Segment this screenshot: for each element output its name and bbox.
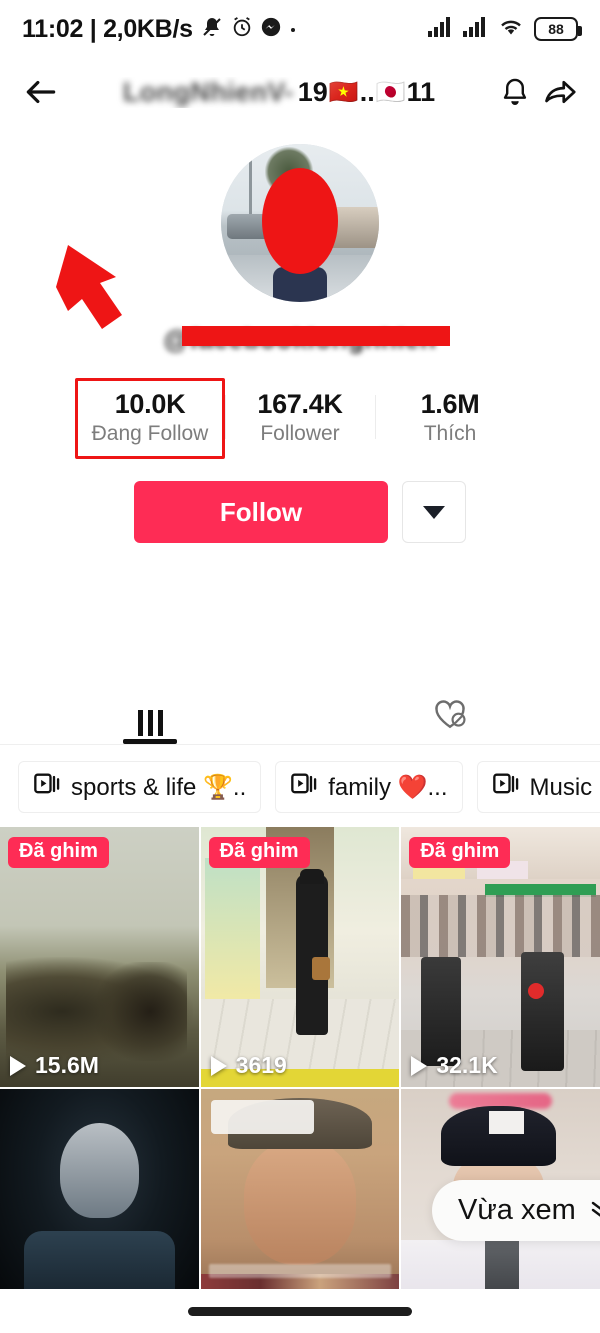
playlist-icon — [290, 770, 318, 805]
japan-flag-icon: 🇯🇵 — [375, 78, 406, 106]
profile-stats: 10.0K Đang Follow 167.4K Follower 1.6M T… — [0, 378, 600, 459]
system-navigation-bar — [0, 1289, 600, 1333]
stat-likes-label: Thích — [423, 422, 477, 445]
share-icon[interactable] — [542, 74, 578, 110]
status-bar: 11:02 | 2,0KB/s 88 — [0, 0, 600, 58]
recently-viewed-pill[interactable]: Vừa xem — [432, 1180, 600, 1241]
double-chevron-down-icon — [588, 1194, 600, 1227]
back-arrow-icon[interactable] — [22, 73, 60, 111]
stat-likes[interactable]: 1.6M Thích — [375, 381, 525, 456]
bell-muted-icon — [200, 15, 224, 44]
pinned-badge: Đã ghim — [8, 837, 109, 868]
bell-icon[interactable] — [498, 75, 532, 109]
video-thumbnail — [200, 1089, 400, 1304]
profile-tabs — [0, 683, 600, 745]
video-cell[interactable] — [0, 1089, 199, 1304]
header-title: LongNhienV- 19 🇻🇳 .. 🇯🇵 11 — [70, 77, 488, 108]
more-options-button[interactable] — [402, 481, 466, 543]
battery-icon: 88 — [534, 17, 582, 41]
video-cell[interactable]: Đã ghim 3619 — [200, 827, 400, 1087]
video-view-count: 32.1K — [411, 1052, 498, 1079]
avatar-container[interactable] — [221, 144, 379, 302]
playlist-chip-label: Music 🎼.. — [529, 773, 600, 801]
signal-icon-2 — [462, 16, 488, 43]
tab-videos[interactable] — [0, 683, 300, 744]
video-view-count: 15.6M — [10, 1052, 99, 1079]
profile-actions: Follow — [0, 481, 600, 543]
profile-display-name: LongNhienV- — [122, 76, 294, 107]
wifi-icon — [497, 16, 525, 43]
stat-likes-value: 1.6M — [420, 389, 480, 419]
playlist-chip-sports[interactable]: sports & life 🏆.. — [18, 761, 262, 813]
avatar-redaction-ellipse — [262, 168, 338, 275]
status-time: 11:02 | 2,0KB/s — [22, 14, 193, 43]
messenger-icon — [260, 16, 282, 43]
signal-icon — [427, 16, 453, 43]
playlist-chip-family[interactable]: family ❤️... — [275, 761, 463, 813]
pinned-badge: Đã ghim — [409, 837, 511, 868]
chevron-down-icon — [423, 505, 445, 519]
playlist-chips: sports & life 🏆.. family ❤️... Music 🎼.. — [0, 745, 600, 827]
tab-active-underline — [123, 739, 177, 744]
grid-icon — [137, 710, 163, 736]
handle-redaction-bar — [182, 326, 450, 346]
app-header: LongNhienV- 19 🇻🇳 .. 🇯🇵 11 — [0, 58, 600, 126]
playlist-icon — [33, 770, 61, 805]
gesture-pill[interactable] — [188, 1306, 412, 1316]
status-bar-right: 88 — [427, 16, 582, 43]
video-cell[interactable]: Đã ghim 32.1K — [401, 827, 600, 1087]
avatar[interactable] — [221, 144, 379, 302]
vietnam-flag-icon: 🇻🇳 — [328, 78, 359, 106]
recently-viewed-label: Vừa xem — [458, 1194, 576, 1226]
stat-following-label: Đang Follow — [91, 422, 209, 445]
status-bar-left: 11:02 | 2,0KB/s — [22, 15, 297, 44]
dot-icon — [289, 20, 297, 38]
stat-followers[interactable]: 167.4K Follower — [225, 381, 375, 456]
video-view-count: 3619 — [210, 1052, 287, 1079]
play-icon — [10, 1055, 26, 1076]
profile-name-badge: 19 🇻🇳 .. 🇯🇵 11 — [297, 76, 436, 107]
pinned-badge: Đã ghim — [208, 837, 310, 868]
follow-button[interactable]: Follow — [134, 481, 388, 543]
tab-liked[interactable] — [300, 683, 600, 744]
play-icon — [210, 1055, 227, 1076]
stat-following-value: 10.0K — [114, 389, 186, 419]
video-cell[interactable]: Đã ghim 15.6M — [0, 827, 199, 1087]
playlist-chip-label: sports & life 🏆.. — [71, 773, 247, 801]
video-thumbnail — [0, 1089, 199, 1304]
play-icon — [411, 1055, 428, 1076]
video-cell[interactable] — [200, 1089, 400, 1304]
playlist-chip-music[interactable]: Music 🎼.. — [476, 761, 600, 813]
playlist-chip-label: family ❤️... — [328, 773, 448, 801]
playlist-icon — [492, 770, 520, 805]
battery-level: 88 — [548, 21, 564, 37]
alarm-icon — [231, 16, 253, 43]
heart-private-icon — [431, 697, 469, 736]
stat-following[interactable]: 10.0K Đang Follow — [75, 378, 225, 459]
annotation-arrow-icon — [38, 243, 134, 335]
stat-followers-value: 167.4K — [257, 389, 343, 419]
tiktok-profile-screen: 11:02 | 2,0KB/s 88 LongNhienV- 19 🇻🇳 .. … — [0, 0, 600, 1333]
stat-followers-label: Follower — [260, 422, 340, 445]
